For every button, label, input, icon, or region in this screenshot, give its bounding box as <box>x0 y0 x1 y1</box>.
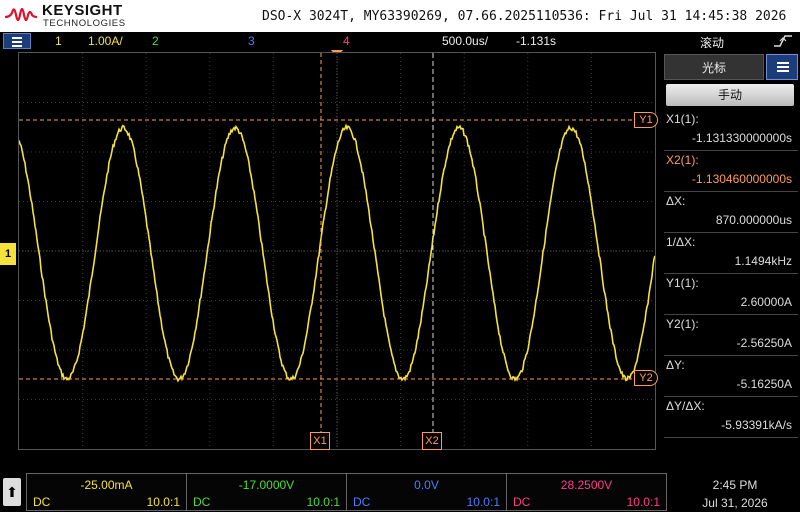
readout-value: 1.1494kHz <box>734 254 792 268</box>
acquisition-mode[interactable]: 滚动 <box>700 34 724 51</box>
channel-probe: 10.0:1 <box>466 495 500 509</box>
ch3-number[interactable]: 3 <box>248 34 255 48</box>
readout-label: ΔY: <box>666 358 685 372</box>
clock-date: Jul 31, 2026 <box>702 496 768 510</box>
brand-name: KEYSIGHT <box>42 2 123 19</box>
readout-value: -2.56250A <box>736 336 792 350</box>
readout-row: 1/ΔX: 1.1494kHz <box>664 233 798 274</box>
readout-row: ΔY/ΔX: -5.93391kA/s <box>664 397 798 438</box>
clock: 2:45 PM Jul 31, 2026 <box>690 476 780 512</box>
readout-label: X1(1): <box>666 112 699 126</box>
cursor-y1-text: Y1 <box>639 114 653 126</box>
cursor-x2-text: X2 <box>425 435 439 447</box>
keysight-logo-icon <box>4 7 38 22</box>
readout-label: ΔY/ΔX: <box>666 399 705 413</box>
cursor-y2-text: Y2 <box>639 372 653 384</box>
timebase-scale[interactable]: 500.0us/ <box>442 34 488 48</box>
ch1-ground-marker[interactable]: 1 <box>0 243 16 265</box>
waveform-display[interactable] <box>18 52 656 450</box>
cursor-x1-label[interactable]: X1 <box>310 432 330 450</box>
channel-coupling: DC <box>193 495 211 509</box>
channel-probe: 10.0:1 <box>306 495 340 509</box>
channel-coupling: DC <box>353 495 371 509</box>
readout-label: ΔX: <box>666 194 686 208</box>
readout-row: Y1(1): 2.60000A <box>664 274 798 315</box>
channel-probe: 10.0:1 <box>146 495 180 509</box>
channel-offset: 0.0V <box>414 478 439 492</box>
readout-row: ΔX: 870.000000us <box>664 192 798 233</box>
readout-label: Y2(1): <box>666 317 699 331</box>
cursor-y2-label[interactable]: Y2 <box>634 370 658 386</box>
channel-status-bar: 1 1.00A/ 2 3 4 500.0us/ -1.131s 滚动 <box>0 32 800 51</box>
cursor-x1-text: X1 <box>313 435 327 447</box>
home-arrow-icon[interactable]: ⬆ <box>3 478 21 506</box>
trigger-edge-icon[interactable] <box>772 33 796 50</box>
main-menu-button[interactable] <box>3 33 31 49</box>
channel-offset: -25.00mA <box>80 478 133 492</box>
ch1-number[interactable]: 1 <box>55 34 62 48</box>
cursor-mode-button[interactable]: 手动 <box>666 84 794 106</box>
readout-row: ΔY: -5.16250A <box>664 356 798 397</box>
tab-cursors[interactable]: 光标 <box>664 54 764 80</box>
side-menu-icon[interactable] <box>766 54 798 80</box>
channel-2-box[interactable]: -17.0000V DC 10.0:1 <box>186 473 347 511</box>
device-info: DSO-X 3024T, MY63390269, 07.66.202511053… <box>262 9 787 24</box>
readout-row: X2(1): -1.130460000000s <box>664 151 798 192</box>
ch1-scale[interactable]: 1.00A/ <box>88 34 123 48</box>
readout-value: -5.16250A <box>736 377 792 391</box>
readout-value: 2.60000A <box>740 295 792 309</box>
cursor-side-panel: 光标 手动 X1(1): -1.131330000000s X2(1): -1.130… <box>662 52 800 450</box>
channel-coupling: DC <box>513 495 531 509</box>
readout-value: 870.000000us <box>715 213 792 227</box>
channel-offset: -17.0000V <box>238 478 295 492</box>
readout-value: -5.93391kA/s <box>721 418 792 432</box>
channel-1-box[interactable]: -25.00mA DC 10.0:1 <box>26 473 187 511</box>
readout-label: 1/ΔX: <box>666 235 696 249</box>
ch2-number[interactable]: 2 <box>152 34 159 48</box>
readout-row: X1(1): -1.131330000000s <box>664 110 798 151</box>
cursor-y1-label[interactable]: Y1 <box>634 112 658 128</box>
channel-offset: 28.2500V <box>560 478 613 492</box>
readout-label: Y1(1): <box>666 276 699 290</box>
clock-time: 2:45 PM <box>712 478 758 492</box>
brand-subtitle: TECHNOLOGIES <box>43 18 126 29</box>
channel-4-box[interactable]: 28.2500V DC 10.0:1 <box>506 473 667 511</box>
header-bar: KEYSIGHT TECHNOLOGIES DSO-X 3024T, MY633… <box>0 0 800 32</box>
readout-value: -1.130460000000s <box>691 172 792 186</box>
readout-label: X2(1): <box>666 153 699 167</box>
channel-probe: 10.0:1 <box>626 495 660 509</box>
ch4-number[interactable]: 4 <box>343 34 350 48</box>
channel-coupling: DC <box>33 495 51 509</box>
cursor-x2-label[interactable]: X2 <box>422 432 442 450</box>
ch1-ground-label: 1 <box>4 248 12 260</box>
timebase-delay[interactable]: -1.131s <box>516 34 556 48</box>
graticule <box>19 53 655 449</box>
readout-value: -1.131330000000s <box>691 131 792 145</box>
channel-3-box[interactable]: 0.0V DC 10.0:1 <box>346 473 507 511</box>
readout-row: Y2(1): -2.56250A <box>664 315 798 356</box>
bottom-bar: ⬆ -25.00mA DC 10.0:1 -17.0000V DC 10.0:1 0.0V D… <box>0 470 800 512</box>
